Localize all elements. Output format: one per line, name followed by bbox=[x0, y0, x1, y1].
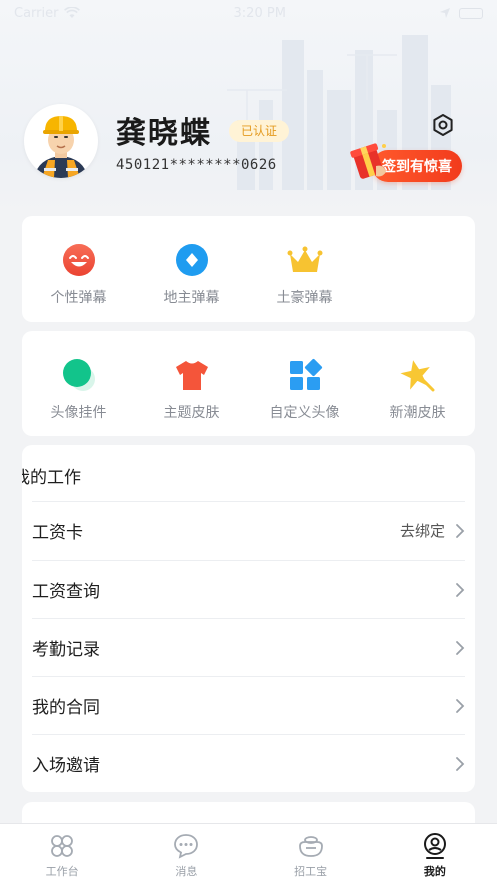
worker-avatar-icon bbox=[34, 116, 88, 178]
grid-item-label: 头像挂件 bbox=[50, 405, 107, 421]
settings-button[interactable] bbox=[430, 112, 456, 138]
id-number: 450121********0626 bbox=[116, 157, 277, 173]
list-item-label: 我的合同 bbox=[32, 698, 100, 718]
section-title: 我的工作 bbox=[22, 468, 81, 488]
message-icon bbox=[174, 834, 199, 859]
grid-tiles-icon bbox=[289, 358, 322, 390]
list-item-contract[interactable]: 我的合同 bbox=[32, 676, 465, 734]
list-item-salary-query[interactable]: 工资查询 bbox=[32, 560, 465, 618]
bottom-nav: 工作台 消息 招工宝 我的 bbox=[0, 823, 497, 883]
tshirt-icon bbox=[175, 361, 208, 390]
chevron-right-icon bbox=[456, 523, 465, 538]
list-item-label: 考勤记录 bbox=[32, 640, 100, 660]
wifi-icon bbox=[64, 7, 81, 18]
list-item-salary-card[interactable]: 工资卡 去绑定 bbox=[32, 501, 465, 559]
blue-diamond-icon bbox=[175, 244, 208, 276]
list-item-label: 入场邀请 bbox=[32, 756, 100, 776]
nav-item-recruit[interactable]: 招工宝 bbox=[249, 824, 373, 883]
workbench-icon bbox=[51, 835, 74, 857]
user-name: 龚晓蝶 bbox=[116, 116, 212, 151]
status-bar: Carrier 3:20 PM bbox=[0, 0, 497, 26]
decor-card: 头像挂件 主题皮肤 自定义头像 新潮皮肤 bbox=[22, 331, 475, 436]
nav-item-messages[interactable]: 消息 bbox=[124, 824, 248, 883]
checkin-label: 签到有惊喜 bbox=[382, 159, 452, 175]
grid-item-label: 土豪弹幕 bbox=[276, 290, 333, 306]
chevron-right-icon bbox=[456, 582, 465, 597]
nav-label: 工作台 bbox=[45, 865, 79, 878]
recruit-icon bbox=[298, 836, 323, 857]
verified-badge: 已认证 bbox=[229, 120, 290, 142]
grid-item-tycoon-danmaku[interactable]: 土豪弹幕 bbox=[248, 216, 361, 322]
star-icon bbox=[399, 360, 434, 392]
danmaku-card: 个性弹幕 地主弹幕 土豪弹幕 bbox=[22, 216, 475, 322]
grid-item-theme-skin[interactable]: 主题皮肤 bbox=[135, 331, 248, 436]
location-arrow-icon bbox=[439, 8, 450, 18]
grid-item-custom-avatar[interactable]: 自定义头像 bbox=[248, 331, 361, 436]
list-item-attendance[interactable]: 考勤记录 bbox=[32, 618, 465, 676]
work-section-card: 我的工作 工资卡 去绑定 工资查询 考勤记录 我的合同 入场邀请 bbox=[22, 445, 475, 792]
chevron-right-icon bbox=[456, 756, 465, 771]
list-item-label: 工资查询 bbox=[32, 582, 100, 602]
nav-label: 招工宝 bbox=[294, 865, 328, 878]
battery-icon bbox=[458, 7, 483, 19]
grid-item-personal-danmaku[interactable]: 个性弹幕 bbox=[22, 216, 135, 322]
grid-item-label: 地主弹幕 bbox=[163, 290, 220, 306]
grid-item-label: 自定义头像 bbox=[269, 405, 340, 421]
list-item-label: 工资卡 bbox=[32, 523, 83, 543]
status-time: 3:20 PM bbox=[233, 5, 286, 21]
grid-item-label: 个性弹幕 bbox=[50, 290, 107, 306]
chevron-right-icon bbox=[456, 698, 465, 713]
grid-item-label: 新潮皮肤 bbox=[389, 405, 446, 421]
smile-face-icon bbox=[62, 244, 95, 276]
gift-icon[interactable] bbox=[346, 136, 392, 182]
nav-label: 消息 bbox=[175, 865, 198, 878]
profile-header: Carrier 3:20 PM 龚晓蝶 已认证 450121********06… bbox=[0, 0, 497, 215]
chevron-right-icon bbox=[456, 640, 465, 655]
grid-item-landlord-danmaku[interactable]: 地主弹幕 bbox=[135, 216, 248, 322]
list-item-entry-invite[interactable]: 入场邀请 bbox=[32, 734, 465, 792]
green-orb-icon bbox=[62, 359, 95, 391]
nav-item-profile[interactable]: 我的 bbox=[373, 824, 497, 883]
nav-item-workbench[interactable]: 工作台 bbox=[0, 824, 124, 883]
grid-item-label: 主题皮肤 bbox=[163, 405, 220, 421]
bind-card-link[interactable]: 去绑定 bbox=[400, 520, 445, 541]
grid-item-avatar-pendant[interactable]: 头像挂件 bbox=[22, 331, 135, 436]
profile-icon bbox=[423, 833, 446, 859]
nav-label: 我的 bbox=[423, 865, 446, 878]
avatar[interactable] bbox=[24, 104, 98, 178]
carrier-label: Carrier bbox=[14, 5, 59, 21]
crown-icon bbox=[287, 246, 322, 272]
gear-icon bbox=[433, 114, 453, 136]
grid-item-trendy-skin[interactable]: 新潮皮肤 bbox=[361, 331, 474, 436]
